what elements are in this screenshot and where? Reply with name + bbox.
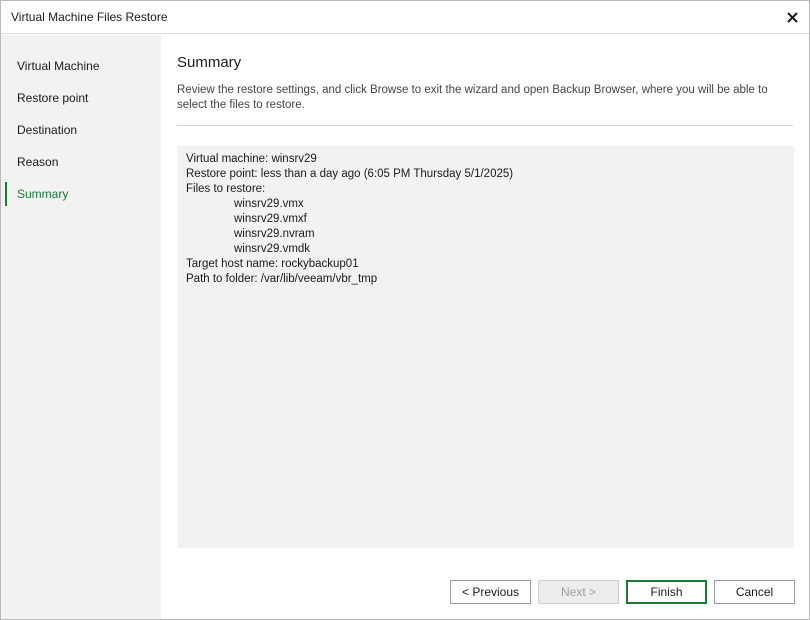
header-divider (177, 125, 793, 126)
wizard-steps-sidebar: Virtual Machine Restore point Destinatio… (1, 35, 161, 619)
summary-files-header: Files to restore: (186, 183, 266, 195)
window-title: Virtual Machine Files Restore (11, 10, 168, 24)
step-destination[interactable]: Destination (1, 118, 161, 142)
summary-path-line: Path to folder: /var/lib/veeam/vbr_tmp (186, 273, 378, 285)
wizard-content: Summary Review the restore settings, and… (161, 35, 809, 619)
summary-vm-line: Virtual machine: winsrv29 (186, 153, 317, 165)
next-button[interactable]: Next > (538, 580, 619, 604)
previous-button[interactable]: < Previous (450, 580, 531, 604)
step-label: Summary (17, 187, 69, 201)
title-bar: Virtual Machine Files Restore (1, 1, 809, 34)
close-icon (786, 11, 798, 23)
summary-file-item: winsrv29.nvram (234, 228, 315, 240)
summary-file-item: winsrv29.vmdk (234, 243, 311, 255)
summary-target-host-line: Target host name: rockybackup01 (186, 258, 359, 270)
active-step-marker (5, 182, 7, 206)
step-label: Restore point (17, 91, 89, 105)
step-virtual-machine[interactable]: Virtual Machine (1, 54, 161, 78)
step-label: Virtual Machine (17, 59, 100, 73)
step-label: Reason (17, 155, 59, 169)
step-label: Destination (17, 123, 78, 137)
summary-restore-point-line: Restore point: less than a day ago (6:05… (186, 168, 514, 180)
summary-file-item: winsrv29.vmx (234, 198, 304, 210)
cancel-button[interactable]: Cancel (714, 580, 795, 604)
summary-file-item: winsrv29.vmxf (234, 213, 307, 225)
page-description: Review the restore settings, and click B… (177, 84, 768, 111)
page-title: Summary (177, 54, 242, 71)
close-button[interactable] (781, 6, 803, 28)
finish-button[interactable]: Finish (626, 580, 707, 604)
step-restore-point[interactable]: Restore point (1, 86, 161, 110)
step-summary[interactable]: Summary (1, 182, 161, 206)
step-reason[interactable]: Reason (1, 150, 161, 174)
summary-text-area[interactable]: Virtual machine: winsrv29 Restore point:… (177, 146, 794, 548)
restore-wizard-window: Virtual Machine Files Restore Virtual Ma… (0, 0, 810, 620)
